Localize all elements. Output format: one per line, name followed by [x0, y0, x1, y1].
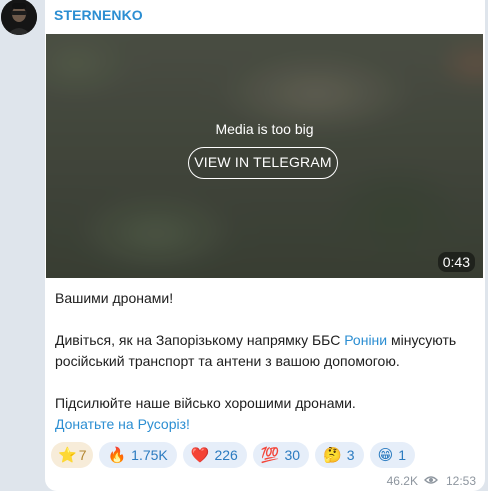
message-time: 12:53: [445, 474, 476, 488]
star-icon: ⭐: [58, 446, 77, 464]
reaction-hundred[interactable]: 💯 30: [252, 442, 310, 468]
reaction-count: 3: [346, 447, 355, 463]
grin-face-icon: 😁: [377, 446, 394, 464]
fire-icon: 🔥: [107, 446, 127, 464]
channel-name[interactable]: STERNENKO: [54, 7, 143, 23]
message-meta: 46.2K 12:53: [387, 474, 476, 488]
media-preview[interactable]: Media is too big VIEW IN TELEGRAM 0:43: [46, 34, 483, 278]
reaction-count: 226: [214, 447, 238, 463]
reaction-thinking-face[interactable]: 🤔 3: [315, 442, 364, 468]
reaction-count: 1.75K: [131, 447, 168, 463]
reaction-count: 30: [284, 447, 301, 463]
reaction-fire[interactable]: 🔥 1.75K: [99, 442, 177, 468]
channel-avatar[interactable]: [1, 0, 37, 35]
avatar-image: [1, 0, 37, 35]
media-too-big-notice: Media is too big: [215, 121, 314, 137]
hashtag-link-ronin[interactable]: Роніни: [344, 332, 387, 348]
message-text: Вашими дронами! Дивіться, як на Запорізь…: [55, 288, 475, 435]
message-line: Підсилюйте наше військо хорошими дронами…: [55, 395, 356, 411]
message-line: Дивіться, як на Запорізькому напрямку ББ…: [55, 330, 475, 372]
heart-icon: ❤️: [190, 446, 210, 464]
message-line: Вашими дронами!: [55, 290, 174, 306]
donate-link[interactable]: Донатьте на Русоріз!: [55, 416, 190, 432]
reaction-count: 1: [398, 447, 406, 463]
message-line: Донатьте на Русоріз!: [55, 414, 475, 435]
reaction-heart[interactable]: ❤️ 226: [182, 442, 247, 468]
hundred-icon: 💯: [260, 446, 280, 464]
view-in-telegram-button[interactable]: VIEW IN TELEGRAM: [188, 147, 338, 179]
message-text-span: Дивіться, як на Запорізькому напрямку ББ…: [55, 332, 345, 348]
thinking-face-icon: 🤔: [323, 446, 342, 464]
video-duration: 0:43: [437, 252, 475, 272]
reactions-bar: ⭐ 7 🔥 1.75K ❤️ 226 💯 30 🤔 3 😁 1: [51, 442, 415, 468]
reaction-count: 7: [78, 447, 87, 463]
view-count: 46.2K: [386, 474, 418, 488]
eye-icon: [423, 474, 438, 488]
reaction-grin-face[interactable]: 😁 1: [369, 442, 415, 468]
reaction-star[interactable]: ⭐ 7: [51, 442, 94, 468]
